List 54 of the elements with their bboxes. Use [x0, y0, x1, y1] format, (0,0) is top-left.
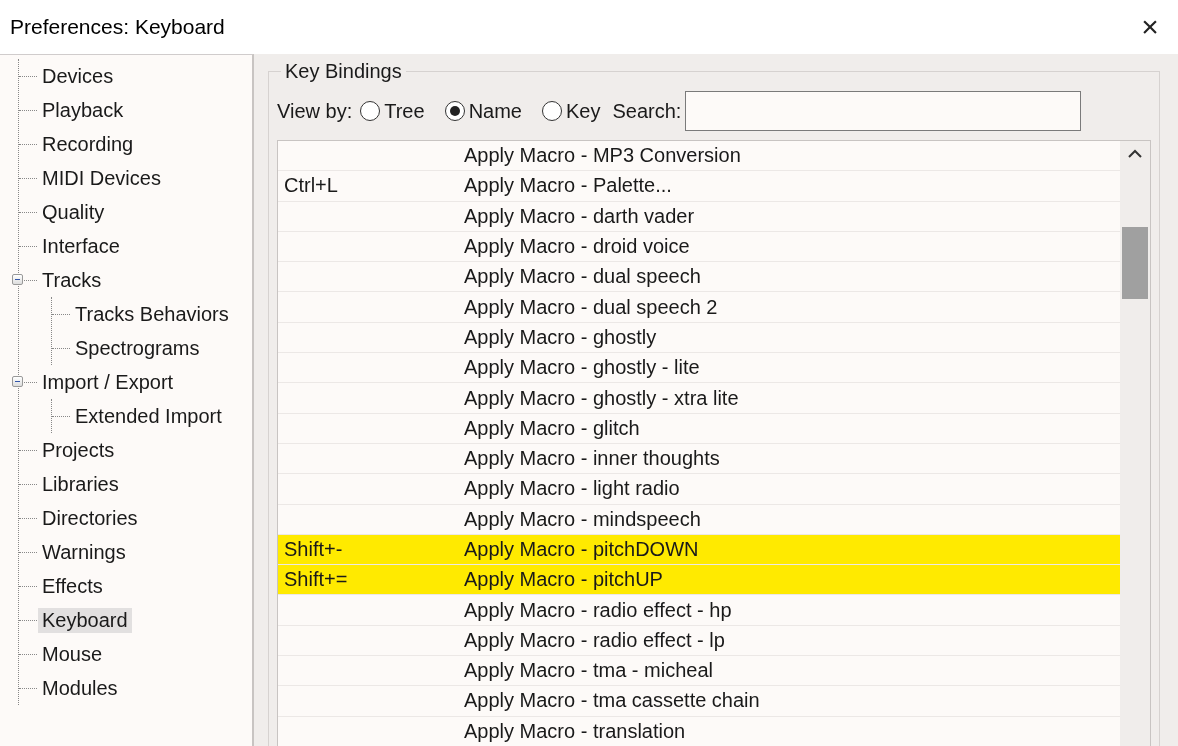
tree-item[interactable]: Devices	[38, 63, 118, 89]
tree-item[interactable]: Effects	[38, 573, 107, 599]
radio-icon[interactable]	[542, 101, 562, 121]
table-row[interactable]: Apply Macro - mindspeech	[278, 504, 1120, 535]
highlighted-row[interactable]: Shift+- Apply Macro - pitchDOWN	[278, 534, 1120, 566]
table-row[interactable]: Apply Macro - tma cassette chain	[278, 686, 1120, 717]
tree-item[interactable]: MIDI Devices	[38, 165, 165, 191]
radio-icon[interactable]	[444, 101, 465, 121]
scroll-up-icon[interactable]	[1128, 149, 1142, 158]
collapse-icon[interactable]	[12, 274, 23, 285]
radio-icon[interactable]	[360, 101, 381, 121]
table-row[interactable]: Apply Macro - ghostly - lite	[278, 353, 1120, 384]
radio-option[interactable]: Tree	[360, 99, 425, 123]
table-row[interactable]: Apply Macro - dual speech	[278, 262, 1120, 293]
tree-item[interactable]: Quality	[38, 199, 109, 225]
radio-option[interactable]: Key	[542, 99, 601, 123]
radio-option[interactable]: Name	[444, 99, 522, 123]
table-row[interactable]: Apply Macro - inner thoughts	[278, 443, 1120, 475]
collapse-icon[interactable]	[12, 376, 23, 387]
highlighted-row[interactable]: Shift+= Apply Macro - pitchUP	[278, 565, 1120, 596]
table-row[interactable]: Apply Macro - radio effect - hp	[278, 595, 1120, 626]
tree-item[interactable]: Import / Export	[38, 369, 178, 395]
tree-item[interactable]: Recording	[38, 131, 138, 157]
table-row[interactable]: Apply Macro - droid voice	[278, 231, 1120, 263]
tree-item[interactable]: Spectrograms	[71, 335, 204, 361]
view-by-label: View by:	[277, 99, 353, 123]
search-field[interactable]	[685, 91, 1082, 131]
group-title: Key Bindings	[281, 60, 406, 83]
table-row[interactable]: Apply Macro - ghostly - xtra lite	[278, 383, 1120, 414]
table-row[interactable]: Apply Macro - ghostly	[278, 322, 1120, 354]
tree-item[interactable]: Interface	[38, 233, 124, 259]
window-title: Preferences: Keyboard	[10, 15, 225, 39]
table-row[interactable]: Apply Macro - glitch	[278, 413, 1120, 444]
table-row[interactable]: Apply Macro - dual speech 2	[278, 292, 1120, 323]
tree-item[interactable]: Extended Import	[71, 403, 226, 429]
table-row[interactable]: Apply Macro - light radio	[278, 474, 1120, 505]
tree-item[interactable]: Mouse	[38, 641, 107, 667]
table-row[interactable]: Apply Macro - darth vader	[278, 201, 1120, 232]
scrollbar-thumb[interactable]	[1122, 227, 1148, 299]
tree-item[interactable]: Directories	[38, 505, 142, 531]
tree-item[interactable]: Warnings	[38, 539, 130, 565]
tree-item[interactable]: Projects	[38, 437, 119, 463]
table-row[interactable]: Apply Macro - tma - micheal	[278, 656, 1120, 687]
tree-item[interactable]: Tracks	[38, 267, 106, 293]
tree-item[interactable]: Tracks Behaviors	[71, 301, 233, 327]
tree-item[interactable]: Playback	[38, 97, 128, 123]
table-row[interactable]: Ctrl+L Apply Macro - Palette...	[278, 171, 1120, 202]
search-label: Search:	[612, 99, 682, 123]
tree-item[interactable]: Modules	[38, 675, 122, 701]
table-row[interactable]: Apply Macro - MP3 Conversion	[278, 141, 1120, 172]
scrollbar[interactable]	[1120, 141, 1150, 746]
tree-item[interactable]: Libraries	[38, 471, 123, 497]
tree-item[interactable]: Keyboard	[38, 607, 132, 633]
table-row[interactable]: Apply Macro - radio effect - lp	[278, 625, 1120, 657]
